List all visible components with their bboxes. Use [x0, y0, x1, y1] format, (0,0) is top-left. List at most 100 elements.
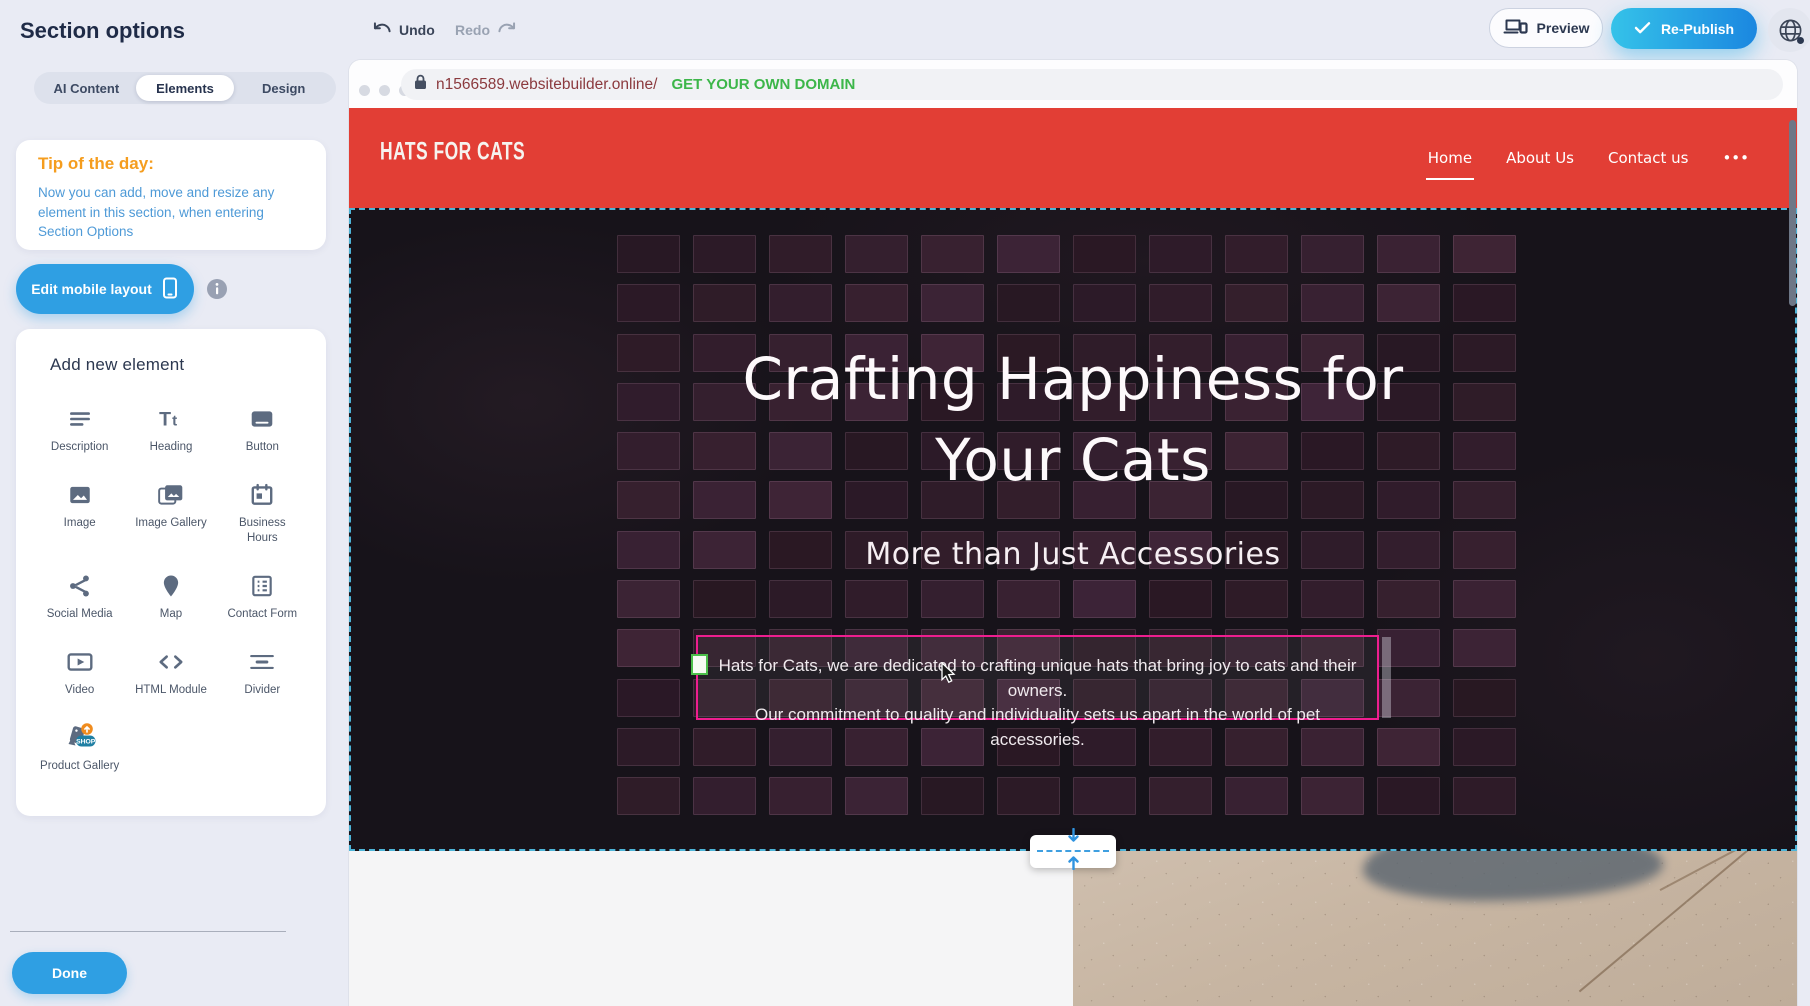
- tip-of-the-day-card: Tip of the day: Now you can add, move an…: [16, 140, 326, 250]
- nav-more-menu[interactable]: •••: [1722, 149, 1749, 167]
- tab-elements[interactable]: Elements: [136, 75, 235, 101]
- divider-icon: [248, 646, 276, 678]
- element-label: HTML Module: [135, 683, 207, 698]
- product-gallery-icon: SHOP: [62, 722, 98, 754]
- language-globe-icon[interactable]: [1768, 8, 1810, 52]
- element-label: Image: [64, 516, 96, 531]
- preview-label: Preview: [1537, 20, 1590, 36]
- image-icon: [67, 479, 93, 511]
- add-video-button[interactable]: Video: [34, 646, 125, 698]
- resize-arrow-up-icon: [1066, 854, 1081, 875]
- hero-heading[interactable]: Crafting Happiness for Your Cats: [351, 339, 1795, 501]
- undo-button[interactable]: Undo: [372, 19, 435, 41]
- lock-icon: [414, 74, 427, 95]
- image-gallery-icon: [157, 479, 185, 511]
- map-icon: [158, 570, 184, 602]
- element-drag-handle[interactable]: [691, 654, 708, 675]
- republish-label: Re-Publish: [1661, 21, 1734, 37]
- nav-item-aboutus[interactable]: About Us: [1506, 149, 1574, 167]
- tip-title: Tip of the day:: [38, 154, 306, 174]
- contact-form-icon: [249, 570, 275, 602]
- social-media-icon: [67, 570, 93, 602]
- tab-design[interactable]: Design: [234, 75, 333, 101]
- app-window: Section options AI ContentElementsDesign…: [0, 0, 1810, 1006]
- add-button-button[interactable]: Button: [217, 403, 308, 455]
- tip-body: Now you can add, move and resize any ele…: [38, 183, 306, 242]
- element-label: Map: [160, 607, 182, 622]
- selection-shadow-strip: [1382, 637, 1391, 718]
- site-nav: Home About Us Contact us •••: [1428, 108, 1749, 208]
- site-url: n1566589.websitebuilder.online/: [436, 76, 657, 94]
- add-business-hours-button[interactable]: Business Hours: [217, 479, 308, 546]
- browser-chrome: n1566589.websitebuilder.online/ GET YOUR…: [349, 60, 1797, 108]
- get-domain-link[interactable]: GET YOUR OWN DOMAIN: [671, 76, 855, 93]
- redo-button[interactable]: Redo: [455, 19, 517, 41]
- element-label: Business Hours: [222, 516, 302, 546]
- redo-label: Redo: [455, 22, 490, 38]
- description-icon: [67, 403, 93, 435]
- html-module-icon: [157, 646, 185, 678]
- element-label: Contact Form: [227, 607, 297, 622]
- site-header: HATS FOR CATS Home About Us Contact us •••: [349, 108, 1797, 208]
- button-icon: [249, 403, 275, 435]
- hero-paragraph: Hats for Cats, we are dedicated to craft…: [708, 654, 1367, 753]
- preview-button[interactable]: Preview: [1489, 8, 1603, 48]
- add-contact-form-button[interactable]: Contact Form: [217, 570, 308, 622]
- site-preview-canvas: n1566589.websitebuilder.online/ GET YOUR…: [349, 60, 1797, 1006]
- resize-dashed-line: [1037, 850, 1109, 852]
- next-section-image[interactable]: [1073, 851, 1797, 1006]
- nav-item-home[interactable]: Home: [1428, 149, 1472, 167]
- selected-paragraph-element[interactable]: Hats for Cats, we are dedicated to craft…: [696, 635, 1379, 720]
- svg-text:t: t: [172, 413, 177, 430]
- devices-icon: [1503, 17, 1528, 39]
- address-bar[interactable]: n1566589.websitebuilder.online/ GET YOUR…: [401, 69, 1783, 100]
- svg-text:T: T: [159, 409, 171, 431]
- add-heading-button[interactable]: Tt Heading: [125, 403, 216, 455]
- add-image-button[interactable]: Image: [34, 479, 125, 546]
- element-label: Heading: [150, 440, 193, 455]
- add-social-media-button[interactable]: Social Media: [34, 570, 125, 622]
- edit-mobile-layout-button[interactable]: Edit mobile layout: [16, 264, 194, 314]
- tab-ai-content[interactable]: AI Content: [37, 75, 136, 101]
- element-label: Social Media: [47, 607, 113, 622]
- element-label: Image Gallery: [135, 516, 207, 531]
- site-logo[interactable]: HATS FOR CATS: [380, 139, 525, 168]
- svg-text:SHOP: SHOP: [76, 738, 96, 745]
- done-button[interactable]: Done: [12, 952, 127, 994]
- add-product-gallery-button[interactable]: SHOP Product Gallery: [34, 722, 125, 774]
- redo-icon: [496, 19, 517, 41]
- section-resize-handle[interactable]: [1030, 835, 1116, 868]
- done-label: Done: [52, 965, 87, 981]
- globe-notification-dot: [1797, 37, 1804, 44]
- add-html-module-button[interactable]: HTML Module: [125, 646, 216, 698]
- mobile-phone-icon: [161, 276, 179, 303]
- mouse-cursor: [940, 662, 957, 689]
- next-section-background[interactable]: [349, 851, 1073, 1006]
- add-element-title: Add new element: [50, 355, 326, 375]
- add-map-button[interactable]: Map: [125, 570, 216, 622]
- element-label: Video: [65, 683, 94, 698]
- heading-icon: Tt: [158, 403, 184, 435]
- page-title: Section options: [20, 18, 185, 44]
- element-label: Product Gallery: [40, 759, 119, 774]
- nav-item-contactus[interactable]: Contact us: [1608, 149, 1688, 167]
- add-element-panel: Add new element Description Tt Heading Butt…: [16, 329, 326, 816]
- add-divider-button[interactable]: Divider: [217, 646, 308, 698]
- preview-scrollbar-thumb[interactable]: [1789, 120, 1796, 306]
- video-icon: [66, 646, 94, 678]
- undo-label: Undo: [399, 22, 435, 38]
- hero-subheading[interactable]: More than Just Accessories: [351, 537, 1795, 572]
- element-label: Button: [246, 440, 279, 455]
- info-icon[interactable]: [206, 278, 228, 300]
- element-grid: Description Tt Heading Button Image Image Gal…: [16, 375, 326, 774]
- hero-section-selected[interactable]: Crafting Happiness for Your Cats More th…: [349, 208, 1797, 851]
- republish-button[interactable]: Re-Publish: [1611, 8, 1757, 49]
- add-description-button[interactable]: Description: [34, 403, 125, 455]
- check-icon: [1634, 21, 1651, 37]
- business-hours-icon: [249, 479, 275, 511]
- undo-icon: [372, 19, 393, 41]
- panel-divider: [10, 931, 286, 932]
- resize-arrow-down-icon: [1066, 828, 1081, 849]
- element-label: Divider: [244, 683, 280, 698]
- add-image-gallery-button[interactable]: Image Gallery: [125, 479, 216, 546]
